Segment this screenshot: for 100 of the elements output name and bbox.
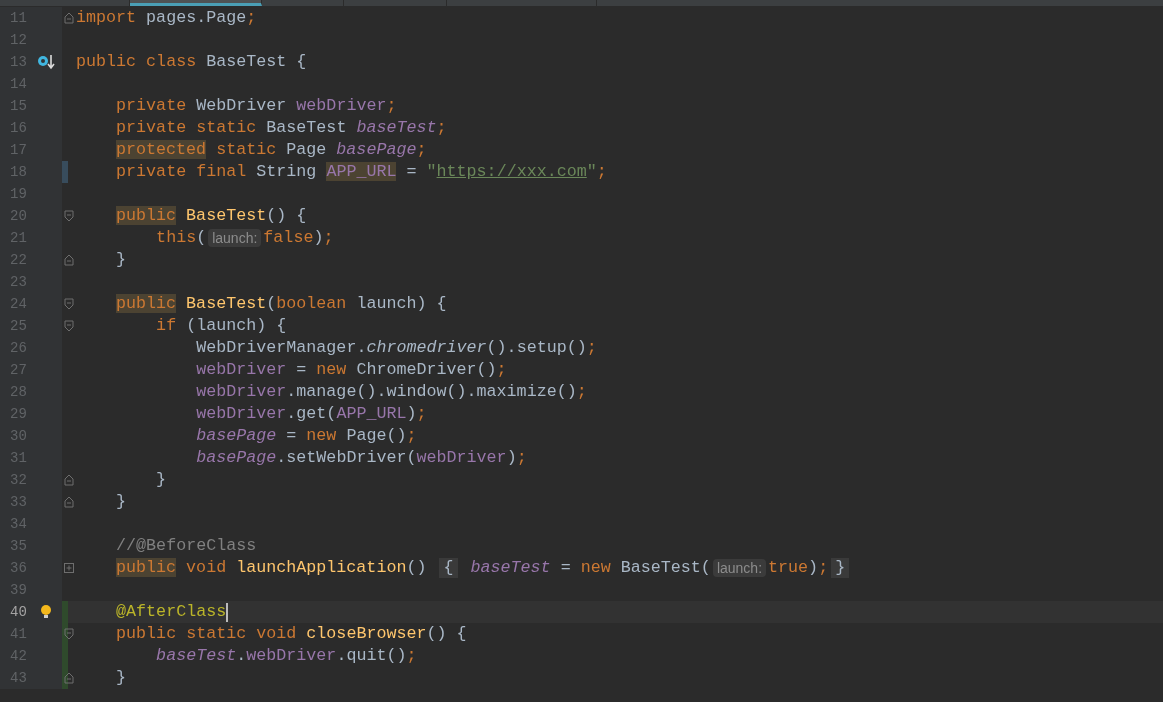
- code-token: .manage().window().maximize(): [286, 382, 577, 401]
- code-token: ;: [516, 448, 527, 467]
- lightbulb-icon[interactable]: [40, 604, 52, 620]
- code-token: basePage: [195, 426, 277, 445]
- code-token: public: [116, 294, 177, 313]
- code-token: BaseTest {: [206, 52, 307, 71]
- code-token: webDriver: [195, 404, 287, 423]
- code-token: public class: [76, 52, 198, 71]
- code-token: webDriver: [195, 360, 287, 379]
- code-token: //@BeforeClass: [115, 536, 257, 555]
- code-token: private: [115, 96, 188, 115]
- folded-code[interactable]: }: [831, 558, 850, 578]
- code-token: public static void: [115, 624, 298, 643]
- code-token: ;: [596, 162, 607, 181]
- code-token: baseTest: [155, 646, 237, 665]
- code-token: boolean: [276, 294, 348, 313]
- code-token: protected: [116, 140, 207, 159]
- code-token: .get(: [286, 404, 337, 423]
- code-token: webDriver: [246, 646, 337, 665]
- code-token: launch) {: [356, 294, 447, 313]
- code-token: Page: [286, 140, 328, 159]
- fold-icon[interactable]: [64, 628, 74, 640]
- code-token: ().setup(): [486, 338, 587, 357]
- code-token: ;: [818, 558, 829, 577]
- code-token: ;: [576, 382, 587, 401]
- expand-icon[interactable]: [64, 563, 74, 573]
- code-token: APP_URL: [326, 162, 397, 181]
- fold-icon[interactable]: [64, 320, 74, 332]
- code-token: BaseTest: [185, 294, 267, 313]
- code-token: private final: [115, 162, 248, 181]
- code-token: webDriver: [416, 448, 507, 467]
- code-token: this: [155, 228, 197, 247]
- code-token: baseTest: [469, 558, 551, 577]
- code-token: (: [196, 228, 207, 247]
- code-token: true: [768, 558, 809, 577]
- code-token: false: [263, 228, 314, 247]
- code-token: APP_URL: [336, 404, 407, 423]
- code-token: if: [155, 316, 178, 335]
- parameter-hint: launch:: [208, 229, 262, 247]
- code-token: private static: [115, 118, 258, 137]
- code-token: import: [76, 8, 138, 27]
- fold-icon[interactable]: [64, 12, 74, 24]
- code-token: BaseTest: [185, 206, 267, 225]
- folded-code[interactable]: {: [439, 558, 458, 578]
- code-token: ": [426, 162, 437, 181]
- code-token: BaseTest(: [620, 558, 711, 577]
- code-token: }: [115, 668, 127, 687]
- code-token: ;: [416, 404, 427, 423]
- override-icon[interactable]: [37, 54, 55, 70]
- code-token: new: [580, 558, 612, 577]
- code-token: =: [559, 558, 572, 577]
- code-token: ;: [416, 140, 427, 159]
- code-token: }: [155, 470, 167, 489]
- code-token: String: [256, 162, 318, 181]
- code-token: .quit(): [336, 646, 407, 665]
- fold-icon[interactable]: [64, 672, 74, 684]
- line-number: 40: [9, 602, 28, 622]
- code-token: ): [406, 404, 417, 423]
- code-token: webDriver: [296, 96, 387, 115]
- code-token: new: [306, 426, 338, 445]
- code-token: (: [266, 294, 277, 313]
- code-token: basePage: [195, 448, 277, 467]
- code-token: ;: [436, 118, 447, 137]
- code-token: ): [808, 558, 819, 577]
- code-token: ;: [386, 96, 397, 115]
- code-token: webDriver: [195, 382, 287, 401]
- code-token: ;: [246, 8, 257, 27]
- code-token: =: [295, 360, 308, 379]
- parameter-hint: launch:: [712, 559, 767, 577]
- fold-icon[interactable]: [64, 474, 74, 486]
- code-token: Page(): [346, 426, 407, 445]
- code-token: chromedriver: [366, 338, 487, 357]
- code-token: new: [316, 360, 348, 379]
- code-token: WebDriverManager.: [195, 338, 367, 357]
- code-token: baseTest: [356, 118, 437, 137]
- code-token: (): [406, 558, 428, 577]
- code-token: .: [236, 646, 247, 665]
- fold-icon[interactable]: [64, 496, 74, 508]
- fold-icon[interactable]: [64, 298, 74, 310]
- code-token: static: [215, 140, 278, 159]
- code-token: void: [185, 558, 228, 577]
- code-token: public: [116, 558, 177, 577]
- code-token: =: [405, 162, 418, 181]
- code-token: }: [115, 492, 127, 511]
- code-token: () {: [426, 624, 467, 643]
- code-token: public: [116, 206, 177, 225]
- editor-tab[interactable]: [130, 0, 262, 6]
- code-token: https://xxx.com: [436, 162, 587, 181]
- code-token: BaseTest: [266, 118, 348, 137]
- change-marker: [62, 161, 68, 183]
- code-token: ": [586, 162, 597, 181]
- code-token: pages.Page: [146, 8, 247, 27]
- code-token: ;: [406, 426, 417, 445]
- fold-icon[interactable]: [64, 210, 74, 222]
- code-token: ): [506, 448, 517, 467]
- code-token: =: [285, 426, 298, 445]
- code-token: .setWebDriver(: [276, 448, 417, 467]
- code-token: basePage: [336, 140, 417, 159]
- code-token: @AfterClass: [115, 602, 227, 621]
- fold-icon[interactable]: [64, 254, 74, 266]
